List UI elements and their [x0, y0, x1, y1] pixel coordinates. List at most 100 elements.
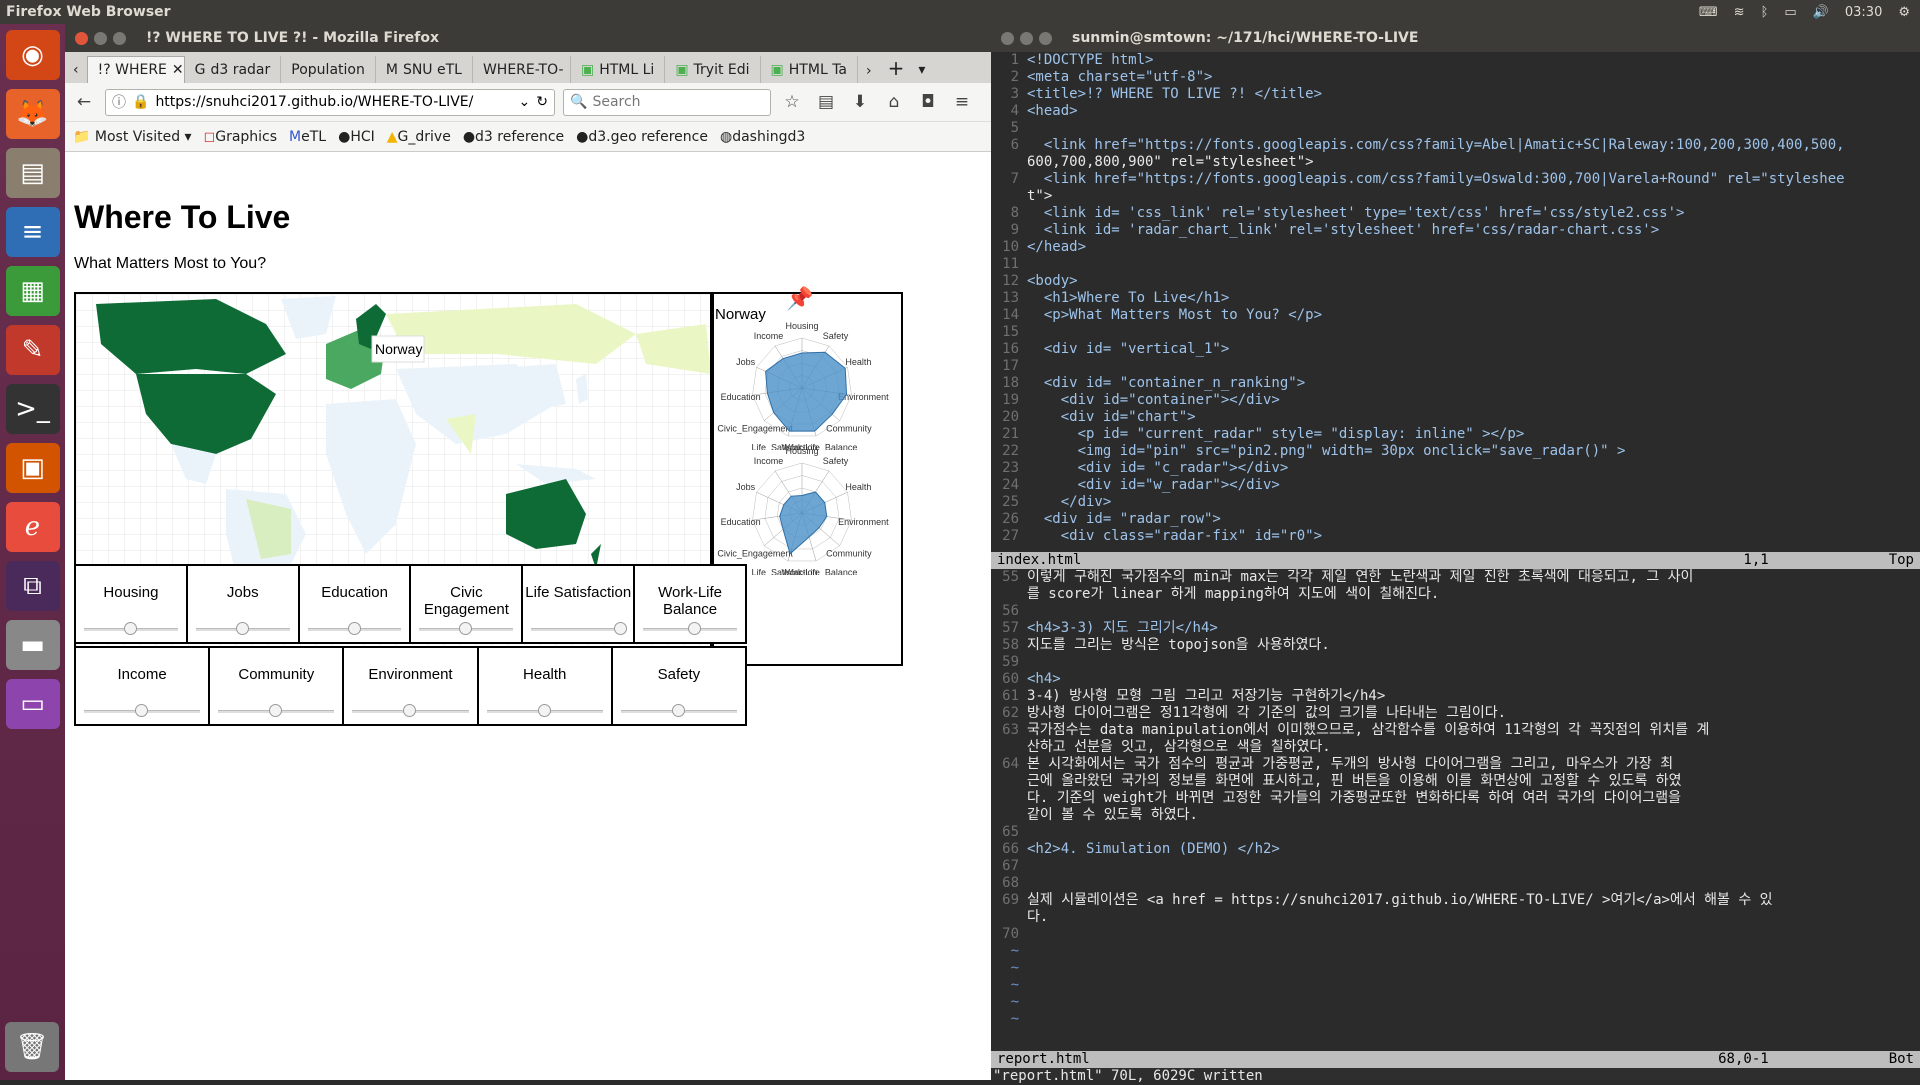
slider-thumb[interactable]: [269, 704, 283, 717]
bluetooth-icon[interactable]: ᛒ: [1761, 5, 1769, 20]
slider-thumb[interactable]: [135, 704, 148, 717]
info-icon[interactable]: ⓘ: [112, 92, 126, 112]
bookmark-d3-geo-reference[interactable]: ●d3.geo reference: [576, 129, 708, 145]
slider-thumb[interactable]: [403, 704, 417, 717]
bookmark-graphics[interactable]: ◻Graphics: [204, 129, 277, 145]
tab-list-icon[interactable]: ▾: [912, 62, 931, 83]
web-page: Where To Live What Matters Most to You?: [65, 176, 991, 1080]
wifi-icon[interactable]: ≋: [1734, 5, 1745, 20]
editor-pane-index[interactable]: 1 <!DOCTYPE html> 2 <meta charset="utf-8"> 3…: [991, 52, 1920, 552]
etl-icon: M: [385, 61, 398, 78]
bookmark-etl[interactable]: MeTL: [289, 129, 326, 145]
calc-icon[interactable]: ▦: [5, 266, 60, 316]
window-icon[interactable]: ▭: [5, 679, 60, 729]
firefox-icon[interactable]: 🦊: [5, 89, 60, 139]
editor-pane-report[interactable]: 55 이렇게 구해진 국가점수의 min과 max는 각각 제일 연한 노란색과 …: [991, 569, 1920, 1051]
slider-thumb[interactable]: [235, 622, 249, 635]
bookmark-label: d3 reference: [475, 128, 565, 145]
trash-icon[interactable]: 🗑: [5, 1022, 59, 1072]
globe-icon: ◍: [719, 128, 733, 145]
line-text: <div id= "radar_row">: [1027, 511, 1221, 527]
tab-scroll-left-icon[interactable]: ‹: [69, 62, 87, 83]
editor-line: 70: [991, 926, 1920, 943]
search-field[interactable]: 🔍 Search: [563, 88, 771, 116]
home-icon[interactable]: ⌂: [881, 92, 907, 112]
back-icon[interactable]: ←: [71, 92, 97, 112]
tab-tryit[interactable]: ▣ Tryit Edi: [665, 56, 761, 83]
battery-icon[interactable]: ▭: [1784, 5, 1796, 20]
slider-thumb[interactable]: [124, 622, 137, 635]
slider-thumb[interactable]: [671, 704, 685, 717]
tab-population[interactable]: Population: [281, 56, 376, 83]
slider-thumb[interactable]: [459, 622, 473, 635]
launcher: ◉ 🦊 ▤ ≡ ▦ ✎ >_ ▣ ℯ ⧉ ▬ ▭ 🗑: [0, 24, 65, 1080]
slider-work-life-balance: Work-Life Balance: [635, 566, 745, 642]
editor-line: 600,700,800,900" rel="stylesheet">: [991, 154, 1920, 171]
editor-line: 7 <link href="https://fonts.googleapis.c…: [991, 171, 1920, 188]
bookmarks-library-icon[interactable]: ▤: [813, 92, 839, 112]
slider-thumb[interactable]: [537, 704, 551, 717]
close-tab-icon[interactable]: ✕: [172, 62, 184, 78]
bookmark-hci[interactable]: ●HCI: [338, 129, 375, 145]
minimize-window-icon[interactable]: [1020, 31, 1033, 45]
slider-thumb[interactable]: [347, 622, 361, 635]
bookmark-label: G_drive: [397, 128, 451, 145]
line-text: 본 시각화에서는 국가 점수의 평균과 가중평균, 두개의 방사형 다이어그램을…: [1027, 756, 1674, 772]
url-dropdown-icon[interactable]: ⌄: [519, 94, 531, 110]
close-window-icon[interactable]: [1001, 31, 1014, 45]
bookmark-dashingd3[interactable]: ◍dashingd3: [720, 129, 805, 145]
bookmark-d3-reference[interactable]: ●d3 reference: [463, 129, 564, 145]
line-number: [991, 154, 1027, 171]
line-number: 59: [1002, 654, 1019, 670]
line-text: <title>!? WHERE TO LIVE ?! </title>: [1027, 86, 1323, 102]
line-text: 방사형 다이어그램은 정11각형에 각 기준의 값의 크기를 나타내는 그림이다…: [1027, 705, 1507, 721]
maximize-window-icon[interactable]: [113, 31, 126, 45]
reload-icon[interactable]: ↻: [536, 94, 548, 110]
document-viewer-icon[interactable]: ℯ: [5, 502, 60, 552]
tab-scroll-right-icon[interactable]: ›: [858, 63, 880, 83]
tab-snu-etl[interactable]: M SNU eTL: [376, 56, 473, 83]
terminal-icon[interactable]: >_: [5, 384, 60, 434]
slider-label: Income: [117, 666, 167, 683]
tab-where-to[interactable]: WHERE-TO-: [473, 56, 571, 83]
writer-icon[interactable]: ≡: [5, 207, 60, 257]
ubuntu-icon[interactable]: ◉: [5, 30, 60, 80]
workspace-icon[interactable]: ⧉: [5, 561, 60, 611]
pocket-icon[interactable]: ◘: [915, 92, 941, 112]
bookmark-g-drive[interactable]: ▲G_drive: [387, 129, 451, 145]
line-number: 2: [1010, 69, 1019, 85]
tab-where-to-live[interactable]: !? WHERE ✕: [86, 56, 185, 83]
pin-icon[interactable]: 📌: [786, 286, 813, 312]
menu-icon[interactable]: ≡: [949, 92, 975, 112]
tab-html-li[interactable]: ▣ HTML Li: [571, 56, 666, 83]
line-number: 67: [1002, 858, 1019, 874]
bookmark-most-visited[interactable]: 📁 Most Visited ▾: [73, 129, 192, 145]
files-icon[interactable]: ▤: [5, 148, 60, 198]
clock[interactable]: 03:30: [1845, 5, 1882, 20]
drive-icon[interactable]: ▬: [5, 620, 60, 670]
slider-track[interactable]: [531, 628, 626, 631]
editor-line: 3 <title>!? WHERE TO LIVE ?! </title>: [991, 86, 1920, 103]
lock-icon: 🔒: [132, 94, 150, 110]
minimize-window-icon[interactable]: [94, 31, 107, 45]
system-tray[interactable]: ⌨ ≋ ᛒ ▭ 🔊 03:30 ⚙: [1699, 0, 1910, 24]
volume-icon[interactable]: 🔊: [1813, 5, 1829, 20]
power-icon[interactable]: ⚙: [1898, 5, 1910, 20]
new-tab-icon[interactable]: +: [880, 56, 913, 83]
vim-command-line: "report.html" 70L, 6029C written: [993, 1068, 1263, 1084]
keyboard-icon[interactable]: ⌨: [1699, 5, 1718, 20]
impress-icon[interactable]: ▣: [5, 443, 60, 493]
slider-label: Life Satisfaction: [525, 584, 632, 601]
url-bar[interactable]: ⓘ 🔒 https://snuhci2017.github.io/WHERE-T…: [105, 88, 555, 116]
tab-d3-radar[interactable]: Gd3 radar: [185, 56, 282, 83]
bookmark-star-icon[interactable]: ☆: [779, 92, 805, 112]
status-position: 1,1: [1743, 552, 1769, 568]
tab-html-ta[interactable]: ▣ HTML Ta: [761, 56, 859, 83]
url-text[interactable]: https://snuhci2017.github.io/WHERE-TO-LI…: [155, 94, 512, 110]
slider-thumb[interactable]: [687, 622, 701, 635]
maximize-window-icon[interactable]: [1039, 31, 1052, 45]
downloads-icon[interactable]: ⬇: [847, 92, 873, 112]
slider-thumb[interactable]: [613, 622, 627, 635]
settings-icon[interactable]: ✎: [5, 325, 60, 375]
close-window-icon[interactable]: [75, 31, 88, 45]
